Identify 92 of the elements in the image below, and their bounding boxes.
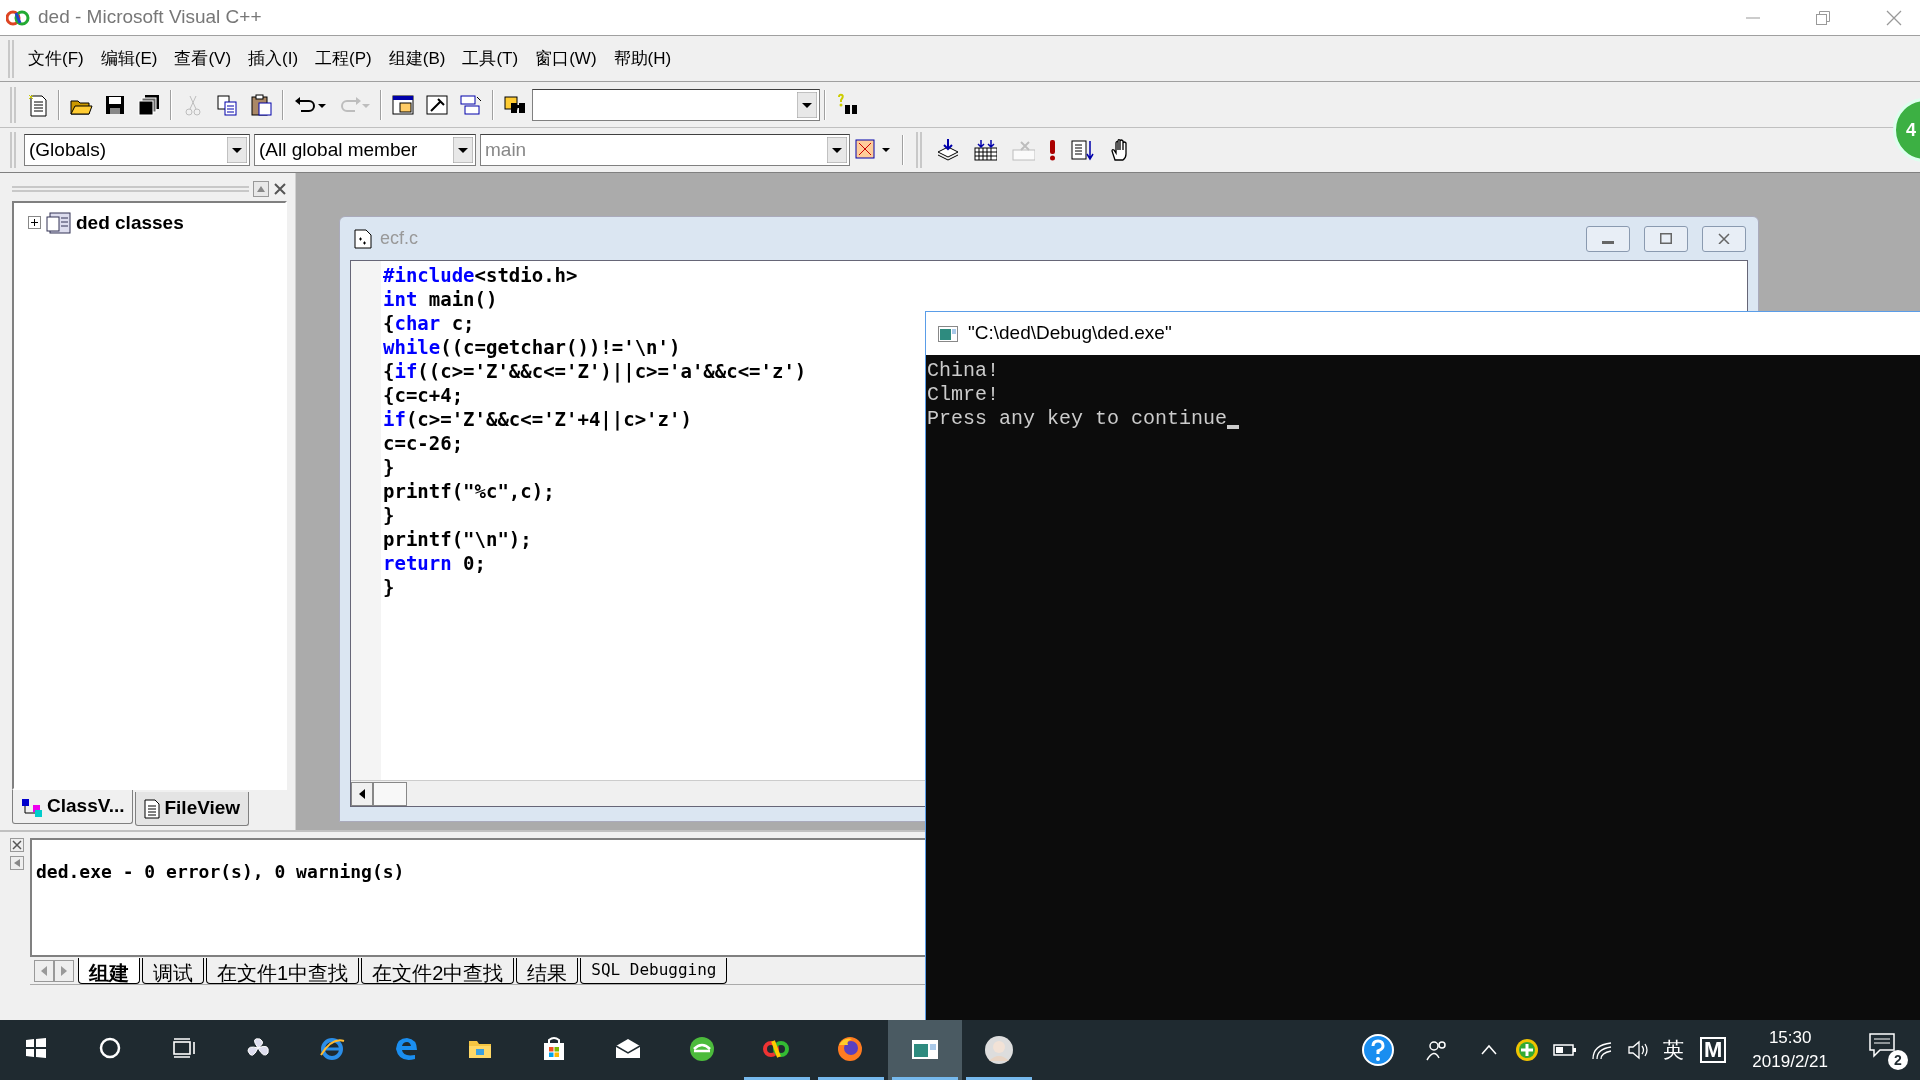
avatar-icon [984,1035,1014,1065]
menu-item[interactable]: 插入(I) [242,45,305,72]
dropdown-arrow-icon[interactable] [453,137,473,163]
filter-combo[interactable]: (All global member [254,134,476,166]
window-list-icon [459,92,483,117]
taskbar-button[interactable] [888,1020,962,1080]
code-line: printf("%c",c); [383,479,555,503]
output-tab[interactable]: SQL Debugging [580,957,728,984]
dock-icon[interactable] [10,856,24,870]
close-icon[interactable] [273,182,287,196]
code-line: return 0; [383,551,486,575]
maximize-button[interactable] [1644,225,1688,252]
input-mode-indicator[interactable]: M [1700,1037,1727,1063]
code-line: int main() [383,287,498,311]
clock[interactable]: 15:30 2019/2/21 [1752,1026,1828,1074]
build-result-text: ded.exe - 0 error(s), 0 warning(s) [36,860,406,884]
search-icon [835,92,859,117]
save-all-icon [137,92,161,117]
workspace-window-icon [391,92,415,117]
notifications-button[interactable]: 2 [1868,1030,1908,1070]
scrollbar-thumb[interactable] [373,781,407,806]
toolbar-grip[interactable] [8,39,14,78]
toolbar-grip[interactable] [10,86,16,123]
close-icon [1718,233,1730,244]
help-icon[interactable] [1361,1033,1396,1067]
menu-item[interactable]: 编辑(E) [94,45,164,72]
menu-item[interactable]: 组建(B) [382,45,452,72]
editor-title: ecf.c [380,227,418,250]
message-icon [1868,1032,1896,1058]
workspace-tab[interactable]: FileView [135,792,250,826]
output-tab[interactable]: 组建 [78,957,140,984]
dropdown-arrow-icon[interactable] [227,137,247,163]
code-line: if(c>='Z'&&c<='Z'+4||c>'z') [383,407,692,431]
menu-item[interactable]: 工具(T) [456,45,525,72]
step-down-icon [1070,138,1094,162]
source-file-icon [354,228,372,249]
console-title: "C:\ded\Debug\ded.exe" [968,321,1172,346]
input-language-indicator[interactable]: 英 [1663,1034,1685,1066]
output-tab[interactable]: 在文件1中查找 [206,957,360,984]
output-tab[interactable]: 结果 [516,957,579,984]
toolbar-grip[interactable] [916,132,922,168]
class-combo[interactable]: (Globals) [24,134,250,166]
code-line: } [383,455,395,479]
console-output-line: Clmre! [927,383,999,407]
code-line: #include<stdio.h> [383,263,578,287]
class-tree-icon [46,211,72,236]
grid-download-icon [973,138,997,162]
maximize-pane-icon[interactable] [253,181,269,197]
stack-download-icon [935,138,959,162]
stop-build-icon [1011,138,1035,162]
clipboard-icon [249,92,273,117]
menu-item[interactable]: 窗口(W) [529,45,603,72]
output-tab[interactable]: 在文件2中查找 [361,957,515,984]
find-combo[interactable] [532,88,820,121]
code-line: {char c; [383,311,475,335]
scroll-left-icon[interactable] [351,781,373,806]
expand-icon[interactable] [28,216,42,231]
code-line: } [383,503,395,527]
tree-item[interactable]: ded classes [76,209,184,238]
plus-circle-icon[interactable] [1515,1038,1540,1062]
code-line: {if((c>='Z'&&c<='Z')||c>='a'&&c<='z') [383,359,807,383]
code-line: } [383,575,395,599]
console-output-line: China! [927,359,999,383]
app-logo-icon [6,9,30,26]
members-combo[interactable]: main [480,134,850,166]
minimize-button[interactable] [1586,225,1630,252]
code-line: c=c-26; [383,431,464,455]
console-output-line: Press any key to continue [927,407,1228,431]
workspace-tab[interactable]: ClassV... [12,790,134,824]
menu-item[interactable]: 帮助(H) [607,45,678,72]
window-title: ded - Microsoft Visual C++ [38,5,262,30]
copy-icon [215,92,239,117]
toolbar-grip[interactable] [10,132,16,168]
close-icon[interactable] [10,838,24,852]
dropdown-arrow-icon[interactable] [797,91,817,118]
console-window-icon [938,325,960,342]
menu-item[interactable]: 查看(V) [168,45,238,72]
maximize-icon [1660,233,1672,244]
minimize-icon [1602,241,1614,244]
close-icon[interactable] [1886,9,1902,26]
code-line: {c=c+4; [383,383,464,407]
document-icon [144,798,161,819]
menu-item[interactable]: 文件(F) [22,45,90,72]
class-view-icon [21,796,43,817]
menu-item[interactable]: 工程(P) [309,45,378,72]
exclamation-icon [1049,138,1056,162]
output-tab[interactable]: 调试 [142,957,204,984]
dropdown-arrow-icon[interactable] [827,137,847,163]
code-line: while((c=getchar())!='\n') [383,335,681,359]
output-window-icon [425,92,449,117]
restore-icon[interactable] [1816,10,1830,25]
code-line: printf("\n"); [383,527,532,551]
